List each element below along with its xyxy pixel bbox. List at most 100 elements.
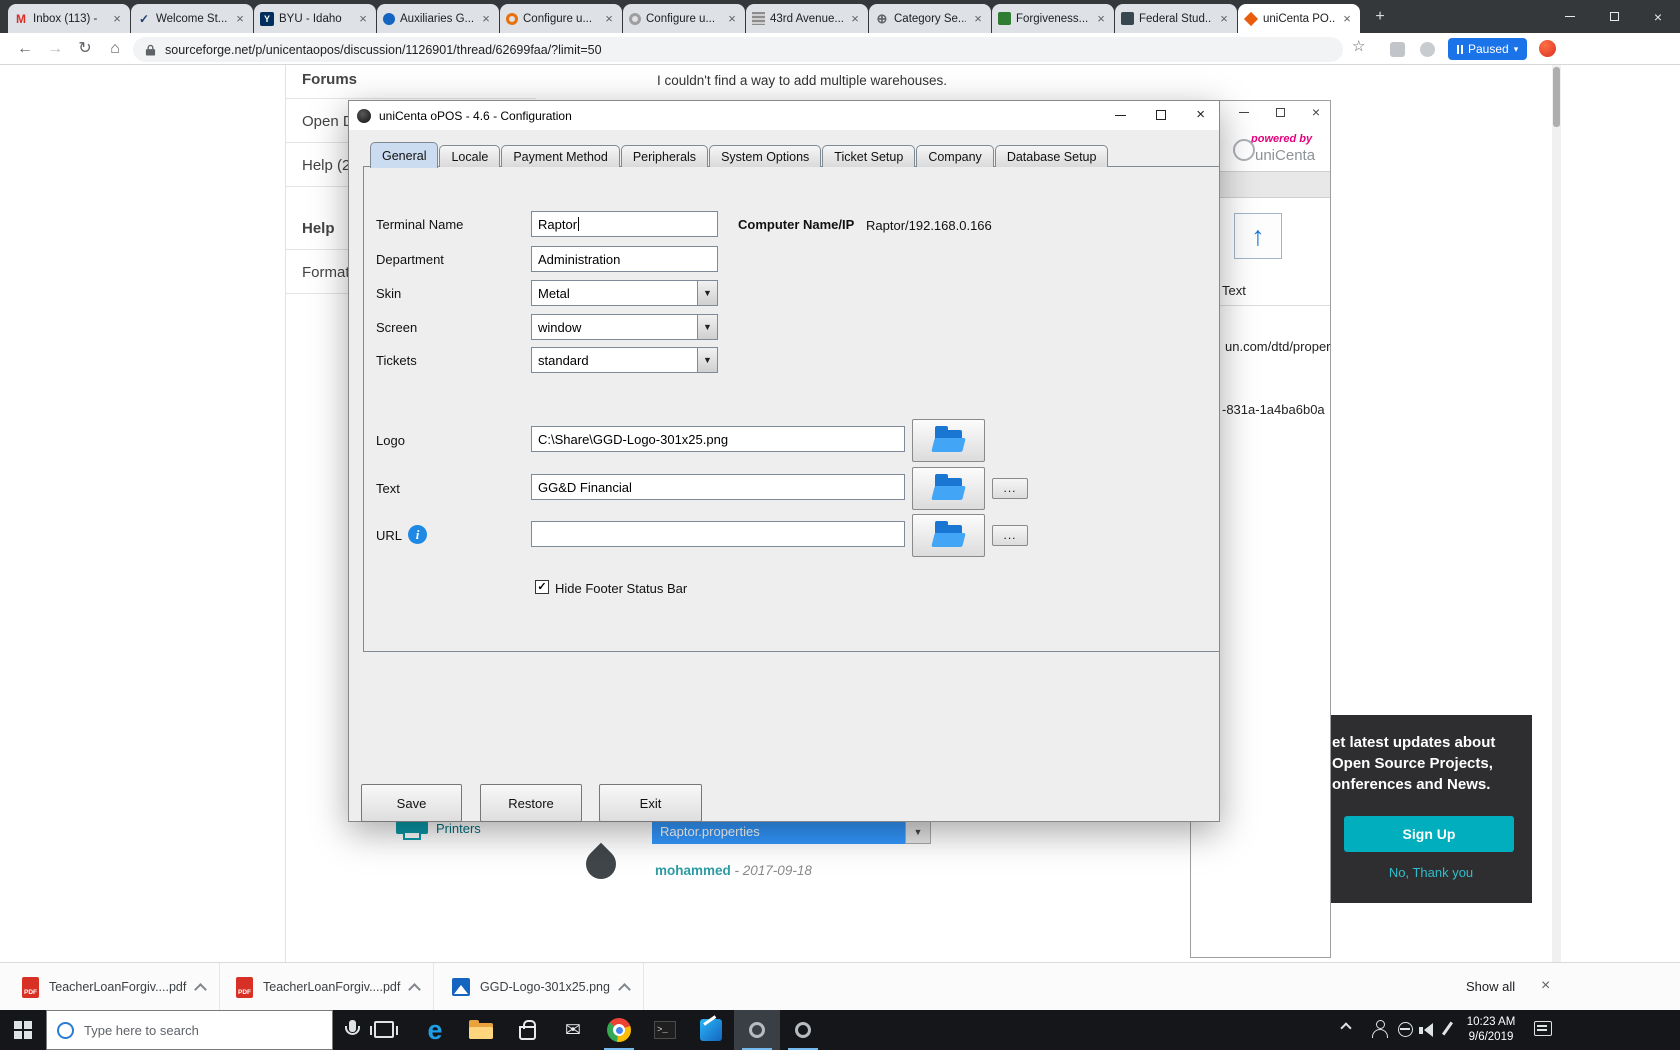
save-button[interactable]: Save [361, 784, 462, 822]
sidebar-item-formatting[interactable]: Format [302, 264, 350, 281]
url-browse-button[interactable] [912, 514, 985, 557]
tray-people-icon[interactable] [1372, 1020, 1388, 1038]
url-field[interactable] [531, 521, 905, 547]
tab-close-icon[interactable]: × [1094, 11, 1108, 26]
dropdown-arrow-icon[interactable]: ▼ [697, 315, 717, 339]
browser-tab-auxiliaries[interactable]: Auxiliaries G... × [377, 4, 499, 33]
download-menu-chevron[interactable] [618, 983, 631, 996]
downloads-bar-close-icon[interactable]: × [1541, 977, 1550, 995]
extension-icon[interactable] [1390, 42, 1405, 57]
scrollbar-thumb[interactable] [1553, 67, 1560, 127]
dropdown-arrow-icon[interactable]: ▼ [697, 281, 717, 305]
start-button[interactable] [0, 1010, 46, 1050]
logo-browse-button[interactable] [912, 419, 985, 462]
task-view-icon[interactable] [374, 1021, 394, 1038]
taskbar-mail-button[interactable]: ✉ [550, 1010, 596, 1050]
taskbar-search-box[interactable]: Type here to search [46, 1010, 333, 1050]
department-field[interactable]: Administration [531, 246, 718, 272]
tray-pen-icon[interactable] [1442, 1021, 1453, 1035]
browser-tab-byu[interactable]: Y BYU - Idaho × [254, 4, 376, 33]
address-bar[interactable]: sourceforge.net/p/unicentaopos/discussio… [133, 37, 1343, 62]
reload-button[interactable]: ↻ [72, 36, 98, 62]
url-more-button[interactable]: ... [992, 525, 1028, 546]
tab-locale[interactable]: Locale [439, 145, 500, 167]
browser-tab-forgiveness[interactable]: Forgiveness... × [992, 4, 1114, 33]
forward-button[interactable]: → [42, 36, 68, 62]
restore-button[interactable]: Restore [480, 784, 582, 822]
hide-footer-checkbox[interactable]: ✓ [535, 580, 549, 594]
page-scrollbar[interactable] [1552, 65, 1561, 962]
attachment-dropdown-button[interactable]: ▼ [905, 820, 931, 844]
extension-circle-icon[interactable] [1420, 42, 1435, 57]
screen-select[interactable]: window ▼ [531, 314, 718, 340]
browser-tab-configure-2[interactable]: Configure u... × [623, 4, 745, 33]
text-more-button[interactable]: ... [992, 478, 1028, 499]
taskbar-unicenta-button[interactable] [780, 1010, 826, 1050]
download-item[interactable]: TeacherLoanForgiv....pdf [8, 963, 220, 1011]
download-item[interactable]: TeacherLoanForgiv....pdf [222, 963, 434, 1011]
browser-minimize-button[interactable] [1548, 0, 1592, 33]
action-center-icon[interactable] [1534, 1021, 1552, 1036]
dialog-close-button[interactable]: × [1196, 110, 1205, 120]
dialog-minimize-button[interactable] [1115, 115, 1126, 116]
dismiss-link[interactable]: No, Thank you [1330, 865, 1532, 880]
tab-close-icon[interactable]: × [479, 11, 493, 26]
dropdown-arrow-icon[interactable]: ▼ [697, 348, 717, 372]
tab-close-icon[interactable]: × [356, 11, 370, 26]
taskbar-edge-button[interactable]: e [412, 1010, 458, 1050]
tab-peripherals[interactable]: Peripherals [621, 145, 708, 167]
maximize-button[interactable] [1276, 108, 1285, 117]
browser-tab-unicenta-active[interactable]: uniCenta PO... × [1238, 4, 1360, 33]
skin-select[interactable]: Metal ▼ [531, 280, 718, 306]
dialog-titlebar[interactable]: uniCenta oPOS - 4.6 - Configuration [349, 101, 1219, 130]
tab-general[interactable]: General [370, 142, 438, 168]
tab-close-icon[interactable]: × [233, 11, 247, 26]
browser-tab-welcome[interactable]: ✓ Welcome St... × [131, 4, 253, 33]
tray-volume-icon[interactable] [1424, 1023, 1433, 1037]
tab-close-icon[interactable]: × [725, 11, 739, 26]
tray-network-icon[interactable] [1398, 1022, 1413, 1037]
close-button[interactable]: × [1312, 108, 1320, 117]
taskbar-terminal-button[interactable]: >_ [642, 1010, 688, 1050]
post-author-link[interactable]: mohammed [655, 863, 731, 878]
download-item[interactable]: GGD-Logo-301x25.png [438, 963, 644, 1011]
tab-close-icon[interactable]: × [848, 11, 862, 26]
taskbar-clock[interactable]: 10:23 AM 9/6/2019 [1458, 1015, 1524, 1045]
tab-database-setup[interactable]: Database Setup [995, 145, 1109, 167]
sidebar-item-open-discussion[interactable]: Open D [302, 113, 354, 130]
tab-company[interactable]: Company [916, 145, 994, 167]
taskbar-chrome-button[interactable] [596, 1010, 642, 1050]
tab-close-icon[interactable]: × [971, 11, 985, 26]
text-field[interactable]: GG&D Financial [531, 474, 905, 500]
tab-ticket-setup[interactable]: Ticket Setup [822, 145, 915, 167]
text-browse-button[interactable] [912, 467, 985, 510]
sidebar-item-forums[interactable]: Forums [302, 71, 357, 88]
new-tab-button[interactable]: + [1367, 5, 1393, 29]
tab-close-icon[interactable]: × [1340, 11, 1354, 26]
tab-system-options[interactable]: System Options [709, 145, 821, 167]
signup-button[interactable]: Sign Up [1344, 816, 1514, 852]
tab-payment-method[interactable]: Payment Method [501, 145, 620, 167]
tab-close-icon[interactable]: × [1217, 11, 1231, 26]
info-icon[interactable]: i [408, 525, 427, 544]
microphone-icon[interactable] [340, 1018, 364, 1042]
terminal-name-field[interactable]: Raptor [531, 211, 718, 237]
tray-overflow-chevron-icon[interactable] [1340, 1022, 1351, 1033]
browser-tab-category[interactable]: ⊕ Category Se... × [869, 4, 991, 33]
import-arrow-button[interactable]: ↑ [1234, 213, 1282, 259]
attachment-selected-item[interactable]: Raptor.properties [652, 820, 905, 844]
home-button[interactable]: ⌂ [102, 36, 128, 62]
browser-menu-update-icon[interactable] [1539, 40, 1556, 57]
tab-close-icon[interactable]: × [602, 11, 616, 26]
taskbar-unicenta-button-active[interactable] [734, 1010, 780, 1050]
browser-tab-federal[interactable]: Federal Stud... × [1115, 4, 1237, 33]
tickets-select[interactable]: standard ▼ [531, 347, 718, 373]
browser-tab-configure-1[interactable]: Configure u... × [500, 4, 622, 33]
browser-close-button[interactable]: × [1636, 0, 1680, 33]
show-all-downloads-button[interactable]: Show all [1466, 963, 1515, 1011]
tab-close-icon[interactable]: × [110, 11, 124, 26]
browser-maximize-button[interactable] [1592, 0, 1636, 33]
logo-path-field[interactable]: C:\Share\GGD-Logo-301x25.png [531, 426, 905, 452]
back-button[interactable]: ← [12, 36, 38, 62]
download-menu-chevron[interactable] [194, 983, 207, 996]
